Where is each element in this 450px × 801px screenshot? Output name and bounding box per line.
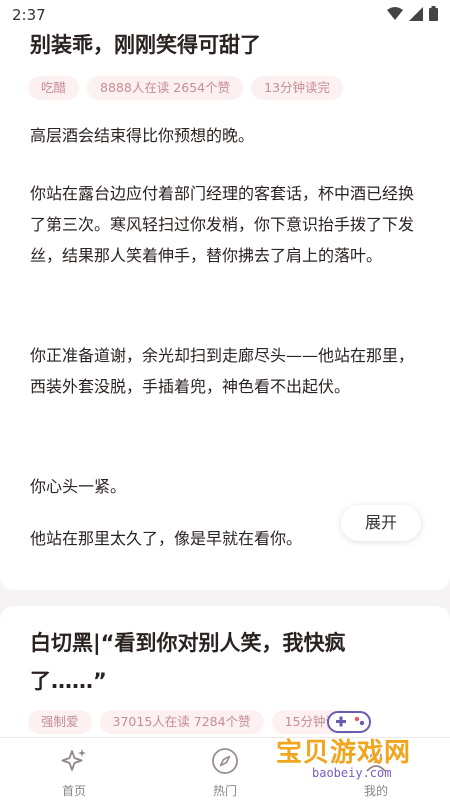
post-card[interactable]: 别装乖，刚刚笑得可甜了 吃醋 8888人在读 2654个赞 13分钟读完 高层酒… (0, 0, 450, 590)
nav-hot[interactable]: 热门 (185, 746, 265, 799)
signal-icon (409, 6, 423, 21)
post-title[interactable]: 白切黑|“看到你对别人笑，我快疯了……” (30, 624, 400, 700)
tag-category[interactable]: 强制爱 (28, 710, 92, 734)
nav-home[interactable]: 首页 (34, 746, 114, 799)
tag-read-time: 13分钟读完 (251, 76, 344, 100)
tag-category[interactable]: 吃醋 (28, 76, 80, 100)
watermark: 宝贝游戏网 baobeiy.com (268, 708, 438, 788)
post-paragraph: 他站在那里太久了，像是早就在看你。 (30, 529, 303, 548)
compass-icon (212, 748, 238, 774)
system-icons (387, 6, 438, 21)
tag-read-stats: 37015人在读 7284个赞 (99, 710, 264, 734)
post-tags: 吃醋 8888人在读 2654个赞 13分钟读完 (28, 76, 344, 100)
status-time: 2:37 (12, 6, 46, 24)
post-paragraph: 你心头一紧。 (30, 477, 127, 496)
status-bar: 2:37 (0, 0, 450, 30)
watermark-url: baobeiy.com (312, 766, 392, 780)
post-title[interactable]: 别装乖，刚刚笑得可甜了 (30, 26, 426, 64)
wifi-icon (387, 6, 403, 20)
post-paragraph: 高层酒会结束得比你预想的晚。 (30, 126, 255, 145)
tag-read-stats: 8888人在读 2654个赞 (87, 76, 244, 100)
nav-home-label: 首页 (61, 784, 86, 798)
post-paragraph: 你站在露台边应付着部门经理的客套话，杯中酒已经换了第三次。寒风轻扫过你发梢，你下… (30, 184, 415, 265)
watermark-text: 宝贝游戏网 (276, 738, 412, 768)
nav-hot-label: 热门 (212, 784, 237, 798)
sparkle-icon (61, 749, 86, 771)
battery-icon (429, 6, 438, 21)
expand-button[interactable]: 展开 (341, 505, 421, 541)
post-paragraph: 你正准备道谢，余光却扫到走廊尽头——他站在那里，西装外套没脱，手插着兜，神色看不… (30, 346, 415, 396)
